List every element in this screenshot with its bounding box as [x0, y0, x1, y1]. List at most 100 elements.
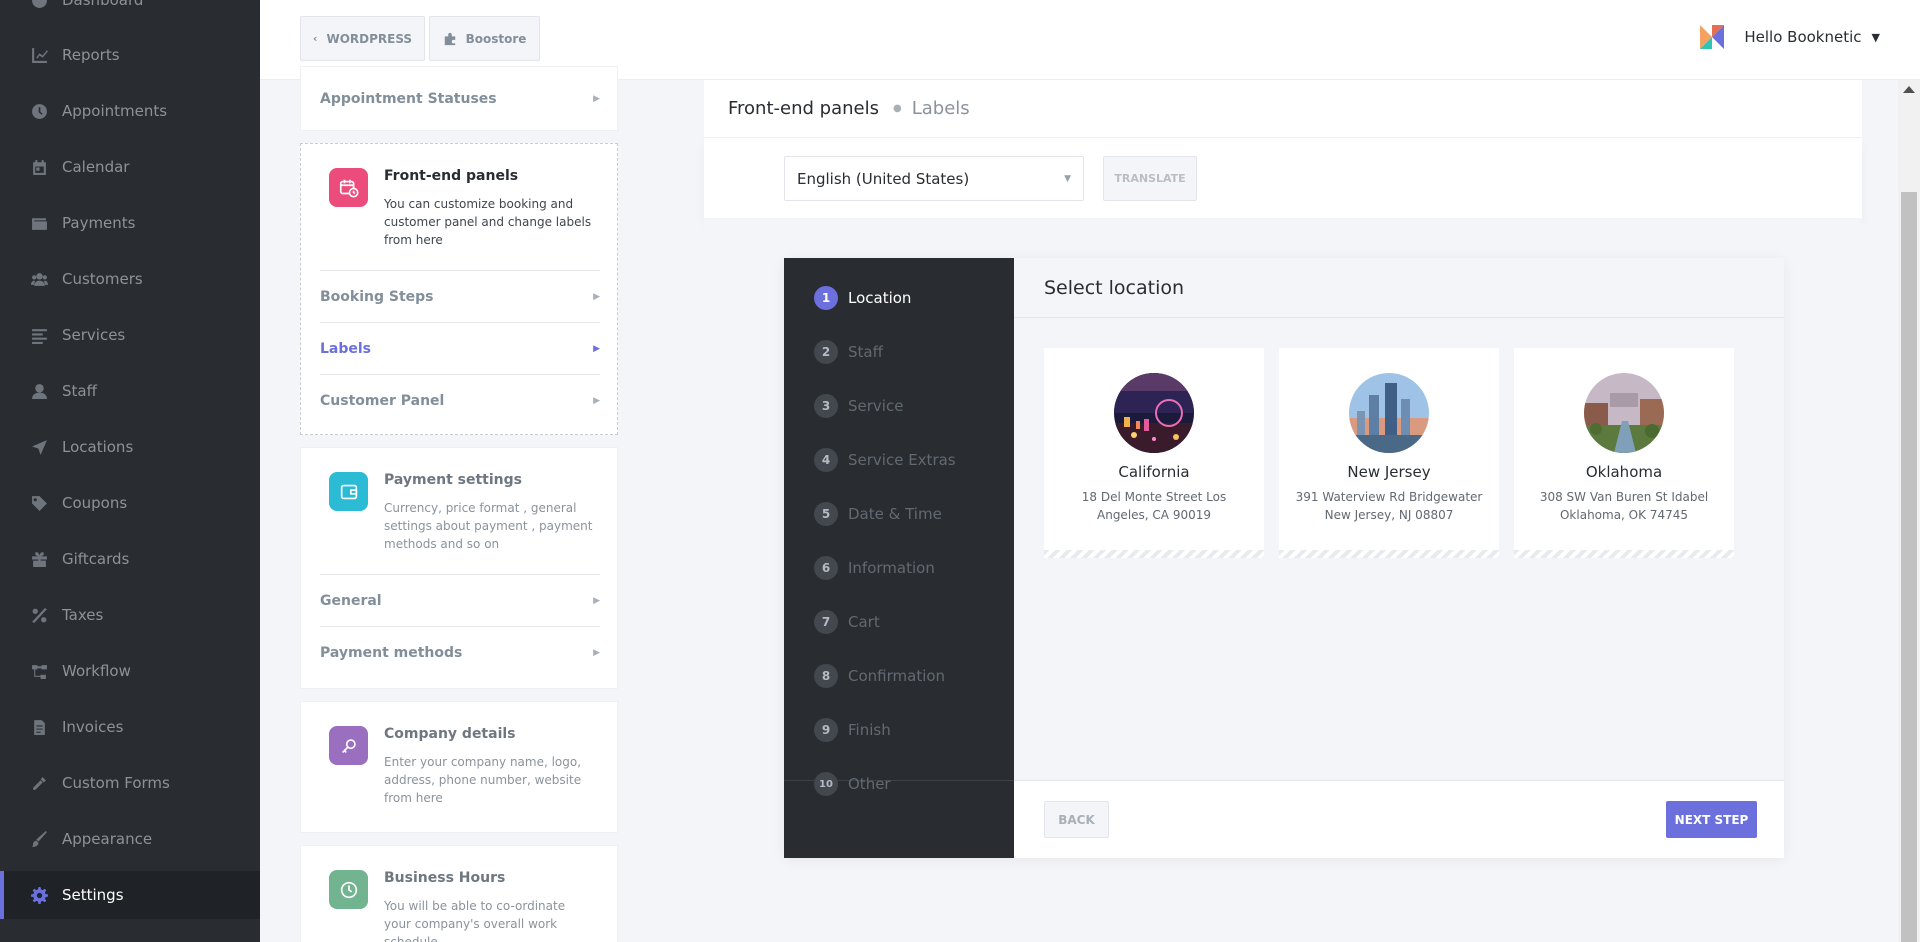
sidebar-item-label: Staff	[62, 382, 97, 400]
settings-link-appointment-statuses[interactable]: Appointment Statuses ▶	[320, 73, 600, 125]
sidebar-item-locations[interactable]: Locations	[0, 423, 260, 471]
user-icon	[30, 382, 48, 400]
back-button[interactable]: BACK	[1044, 801, 1109, 838]
step-service-extras[interactable]: 4 Service Extras	[814, 448, 956, 472]
sidebar-item-label: Dashboard	[62, 0, 144, 9]
caret-right-icon: ▶	[593, 94, 600, 104]
wallet-icon	[329, 472, 368, 511]
sidebar-item-label: Coupons	[62, 494, 128, 512]
step-number: 6	[814, 556, 838, 580]
invoice-icon	[30, 718, 48, 736]
sidebar-item-staff[interactable]: Staff	[0, 367, 260, 415]
boostore-button[interactable]: Boostore	[429, 16, 540, 61]
sidebar-item-custom-forms[interactable]: Custom Forms	[0, 759, 260, 807]
wordpress-button[interactable]: ‹ WORDPRESS	[300, 16, 425, 61]
location-card-new-jersey[interactable]: New Jersey 391 Waterview Rd Bridgewater …	[1279, 348, 1499, 558]
clock-icon	[329, 870, 368, 909]
chart-icon	[30, 46, 48, 64]
sidebar-item-label: Services	[62, 326, 126, 344]
step-number: 1	[814, 286, 838, 310]
caret-right-icon: ▶	[593, 595, 600, 606]
page-title: Front-end panels	[728, 98, 879, 119]
language-select[interactable]: English (United States) ▼	[784, 156, 1084, 201]
page-scrollbar[interactable]	[1898, 80, 1920, 942]
card-description: You will be able to co-ordinate your com…	[384, 899, 566, 942]
users-icon	[30, 270, 48, 288]
sidebar-item-workflow[interactable]: Workflow	[0, 647, 260, 695]
clock-icon	[30, 102, 48, 120]
sidebar-item-services[interactable]: Services	[0, 311, 260, 359]
sidebar-item-customers[interactable]: Customers	[0, 255, 260, 303]
sidebar-item-invoices[interactable]: Invoices	[0, 703, 260, 751]
scrollbar-thumb[interactable]	[1901, 192, 1917, 942]
dropdown-arrow-icon: ▼	[1064, 173, 1071, 184]
link-label: Labels	[320, 340, 372, 357]
puzzle-icon	[444, 32, 455, 45]
business-hours-card[interactable]: Business Hours You will be able to co-or…	[300, 845, 618, 942]
location-address: 18 Del Monte Street Los Angeles, CA 9001…	[1081, 490, 1227, 522]
translate-label: TRANSLATE	[1114, 172, 1186, 185]
gear-icon	[30, 886, 48, 904]
sidebar-item-coupons[interactable]: Coupons	[0, 479, 260, 527]
location-name: Oklahoma	[1585, 463, 1663, 481]
step-label: Date & Time	[848, 505, 942, 523]
sidebar-item-taxes[interactable]: Taxes	[0, 591, 260, 639]
step-finish[interactable]: 9 Finish	[814, 718, 891, 742]
step-service[interactable]: 3 Service	[814, 394, 903, 418]
card-stripe	[1279, 550, 1499, 558]
card-stripe	[1514, 550, 1734, 558]
sidebar-item-label: Customers	[62, 270, 143, 288]
settings-link-labels[interactable]: Labels ▶	[320, 322, 600, 374]
sidebar-item-calendar[interactable]: Calendar	[0, 143, 260, 191]
location-card-oklahoma[interactable]: Oklahoma 308 SW Van Buren St Idabel Okla…	[1514, 348, 1734, 558]
next-step-button[interactable]: NEXT STEP	[1666, 801, 1757, 838]
step-staff[interactable]: 2 Staff	[814, 340, 883, 364]
breadcrumb: Front-end panels ● Labels	[704, 80, 1862, 138]
breadcrumb-separator: ●	[892, 103, 902, 114]
step-heading: Select location	[1014, 258, 1784, 318]
settings-link-general[interactable]: General ▶	[320, 574, 600, 626]
translate-button[interactable]: TRANSLATE	[1103, 156, 1197, 201]
step-label: Other	[848, 775, 891, 793]
card-title: Payment settings	[384, 472, 522, 488]
user-menu[interactable]: Hello Booknetic ▼	[1698, 22, 1880, 52]
sidebar-item-dashboard[interactable]: Dashboard	[0, 0, 260, 24]
sidebar-item-label: Invoices	[62, 718, 124, 736]
tag-icon	[30, 494, 48, 512]
company-details-card[interactable]: Company details Enter your company name,…	[300, 701, 618, 833]
caret-right-icon: ▶	[593, 395, 600, 406]
caret-right-icon: ▶	[593, 343, 600, 354]
location-image	[1584, 373, 1664, 453]
location-card-california[interactable]: California 18 Del Monte Street Los Angel…	[1044, 348, 1264, 558]
sidebar-item-giftcards[interactable]: Giftcards	[0, 535, 260, 583]
step-number: 10	[814, 772, 838, 796]
sidebar-item-label: Custom Forms	[62, 774, 170, 792]
sidebar-item-appearance[interactable]: Appearance	[0, 815, 260, 863]
step-location[interactable]: 1 Location	[814, 286, 911, 310]
sidebar-item-label: Appointments	[62, 102, 168, 120]
sidebar-item-appointments[interactable]: Appointments	[0, 87, 260, 135]
step-number: 7	[814, 610, 838, 634]
step-other[interactable]: 10 Other	[814, 772, 891, 796]
dashboard-icon	[30, 0, 48, 9]
sidebar-item-label: Taxes	[62, 606, 104, 624]
booking-footer: BACK NEXT STEP	[1014, 780, 1784, 858]
step-confirmation[interactable]: 8 Confirmation	[814, 664, 945, 688]
frontend-panels-card: Front-end panels You can customize booki…	[300, 143, 618, 435]
settings-link-payment-methods[interactable]: Payment methods ▶	[320, 626, 600, 678]
sidebar-item-settings[interactable]: Settings	[0, 871, 260, 919]
step-label: Confirmation	[848, 667, 946, 685]
scroll-up-arrow-icon[interactable]	[1903, 86, 1915, 93]
key-icon	[329, 726, 368, 765]
settings-link-customer-panel[interactable]: Customer Panel ▶	[320, 374, 600, 426]
card-description: Enter your company name, logo, address, …	[384, 755, 582, 805]
step-date-time[interactable]: 5 Date & Time	[814, 502, 942, 526]
sidebar-item-reports[interactable]: Reports	[0, 31, 260, 79]
step-cart[interactable]: 7 Cart	[814, 610, 880, 634]
step-information[interactable]: 6 Information	[814, 556, 935, 580]
sidebar-item-payments[interactable]: Payments	[0, 199, 260, 247]
step-number: 8	[814, 664, 838, 688]
sidebar-item-label: Locations	[62, 438, 134, 456]
settings-link-booking-steps[interactable]: Booking Steps ▶	[320, 270, 600, 322]
location-image	[1114, 373, 1194, 453]
